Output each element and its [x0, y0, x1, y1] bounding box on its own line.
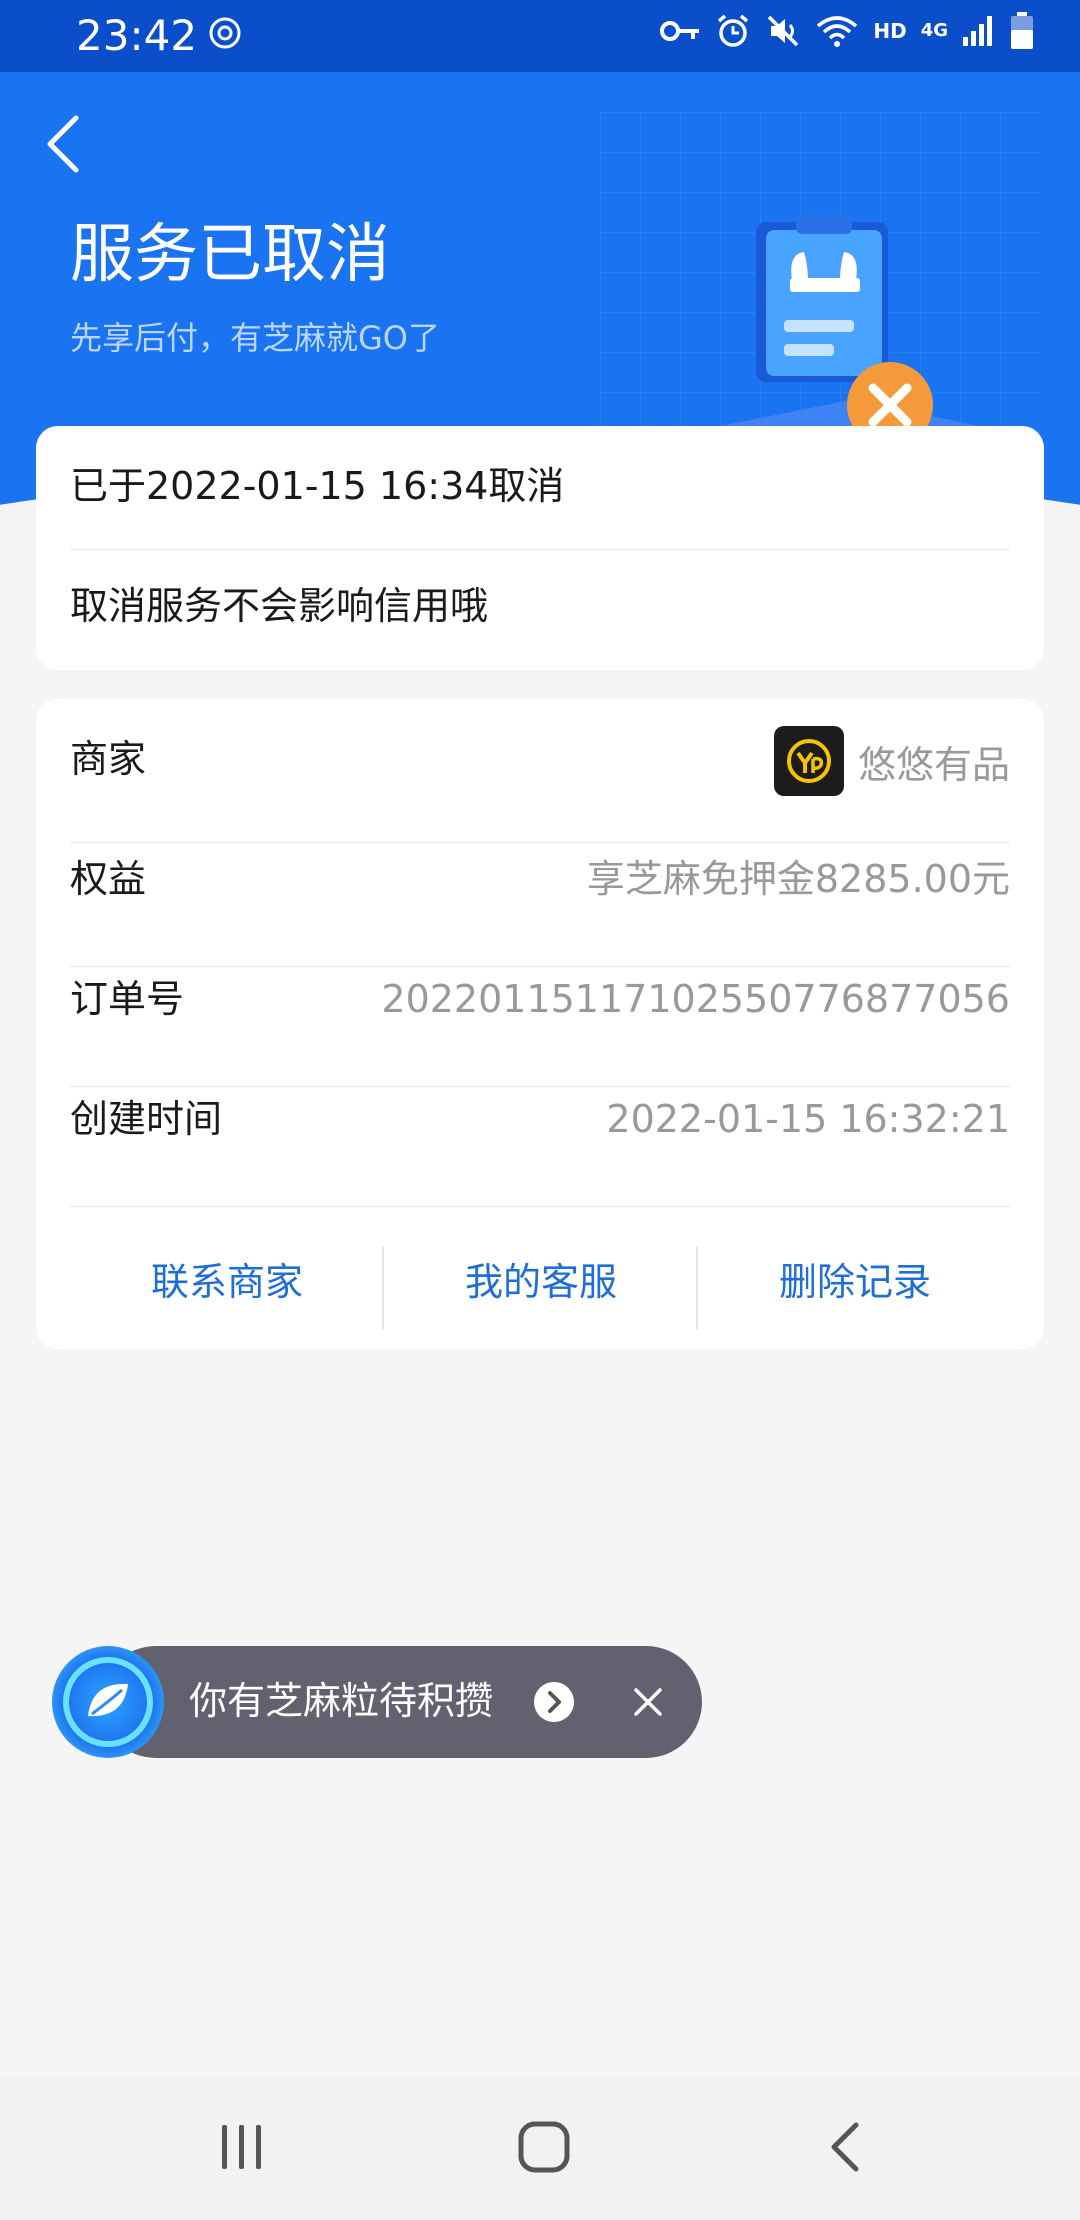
status-icons: HD 4G: [659, 12, 1034, 50]
toast-text[interactable]: 你有芝麻粒待积攒: [189, 1676, 493, 1726]
location-ring-icon: [209, 17, 241, 49]
detail-row-order-number: 订单号 2022011511710255077687705​6: [70, 939, 1010, 1059]
sesame-points-toast[interactable]: 你有芝麻粒待积攒: [52, 1646, 702, 1758]
cell-label: 4G: [920, 20, 948, 41]
order-number-value: 2022011511710255077687705​6: [381, 977, 1010, 1021]
cancel-note-text: 取消服务不会影响信用哦: [70, 584, 489, 628]
hd-label: HD: [873, 19, 907, 43]
benefit-value: 享芝麻免押金8285.00元: [586, 857, 1010, 901]
signal-icon: [963, 16, 992, 46]
cancel-time-text: 已于2022-01-15 16:34取消: [70, 464, 565, 508]
merchant-name: 悠悠有品: [857, 742, 1010, 787]
system-nav-bar: [0, 2074, 1080, 2220]
contact-merchant-button[interactable]: 联系商家: [70, 1207, 384, 1349]
sesame-leaf-icon: [52, 1646, 164, 1758]
mute-icon: [768, 15, 799, 47]
back-arrow-icon[interactable]: [42, 112, 82, 176]
cancel-info-card: 已于2022-01-15 16:34取消 取消服务不会影响信用哦: [36, 426, 1044, 670]
back-icon[interactable]: [818, 2119, 878, 2175]
detail-row-benefit: 权益 享芝麻免押金8285.00元: [70, 819, 1010, 939]
battery-icon: [1011, 12, 1033, 49]
merchant-logo-icon: [773, 726, 844, 796]
recent-apps-icon[interactable]: [212, 2119, 272, 2175]
key-icon: [660, 21, 700, 41]
customer-service-button[interactable]: 我的客服: [384, 1207, 698, 1349]
page-subtitle: 先享后付，有芝麻就GO了: [70, 319, 440, 357]
wifi-icon: [817, 16, 858, 47]
benefit-label: 权益: [70, 857, 147, 901]
detail-row-merchant: 商家 悠悠有品: [70, 699, 1010, 819]
close-icon[interactable]: [632, 1686, 664, 1718]
chevron-right-icon[interactable]: [534, 1682, 574, 1722]
status-bar: 23:42 HD 4G: [0, 0, 1080, 72]
merchant-label: 商家: [70, 737, 147, 781]
status-time: 23:42: [76, 11, 198, 60]
delete-record-button[interactable]: 删除记录: [698, 1207, 1012, 1349]
page-title: 服务已取消: [70, 218, 390, 292]
order-number-label: 订单号: [70, 977, 185, 1021]
created-time-value: 2022-01-15 16:32:21: [606, 1097, 1010, 1141]
merchant-info: 悠悠有品: [773, 726, 1010, 796]
action-bar: 联系商家 我的客服 删除记录: [36, 1207, 1044, 1349]
created-time-label: 创建时间: [70, 1097, 223, 1141]
detail-row-created-time: 创建时间 2022-01-15 16:32:21: [70, 1059, 1010, 1179]
order-details-card: 商家 悠悠有品 权益 享芝麻免押金8285.00元 订单号 2022011511…: [36, 699, 1044, 1349]
home-icon[interactable]: [514, 2119, 574, 2175]
alarm-icon: [718, 14, 749, 47]
divider: [70, 549, 1010, 550]
